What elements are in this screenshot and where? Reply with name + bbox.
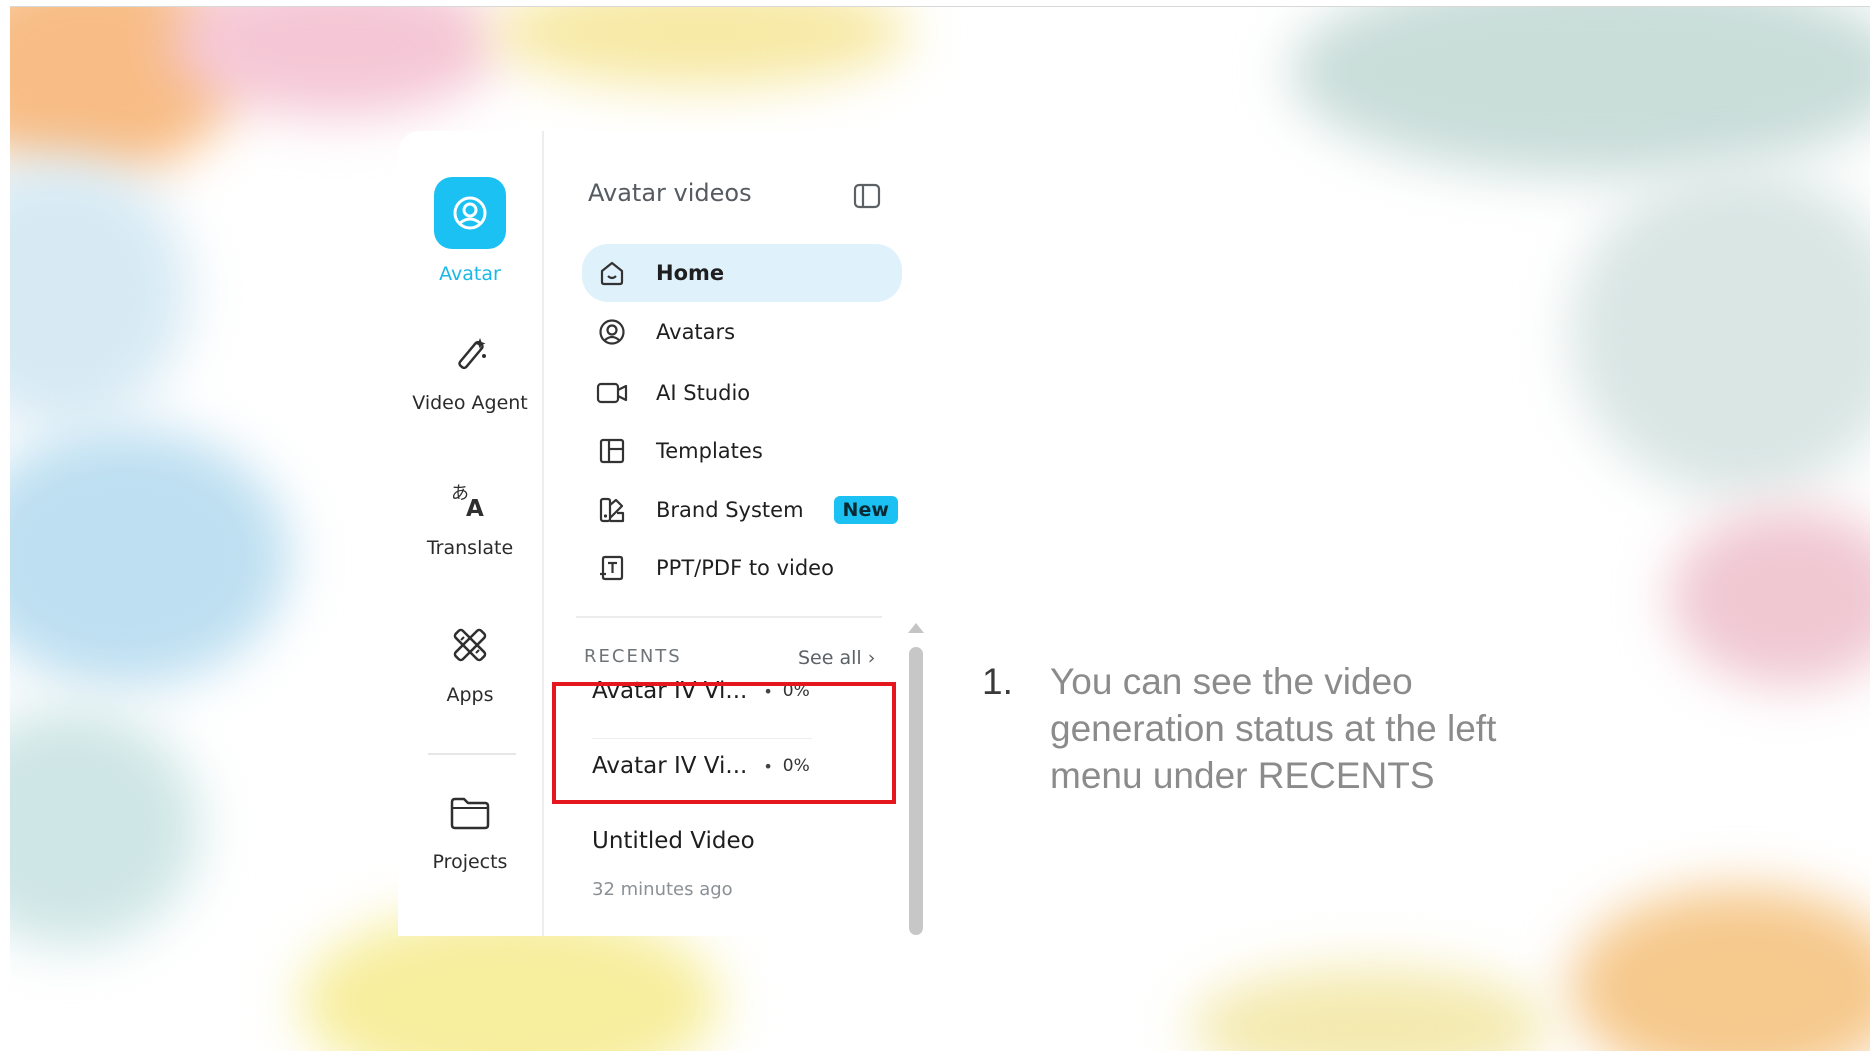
recent-item-timestamp: 32 minutes ago [592, 879, 733, 900]
brand-kit-icon [596, 494, 628, 526]
section-divider [576, 616, 882, 618]
rail-item-apps[interactable]: Apps [398, 624, 542, 706]
svg-text:A: A [466, 496, 484, 519]
step-text: You can see the video generation status … [1050, 661, 1497, 796]
apps-icon [449, 624, 491, 670]
nav-label: PPT/PDF to video [656, 556, 834, 580]
recents-heading: RECENTS [584, 646, 682, 667]
see-all-link[interactable]: See all › [798, 647, 875, 669]
highlight-box [552, 682, 896, 804]
nav-item-brand-system[interactable]: Brand System New [582, 481, 902, 539]
instruction-step: 1. You can see the video generation stat… [982, 658, 1570, 799]
avatar-circle-icon [596, 316, 628, 348]
rail-label: Avatar [439, 263, 501, 285]
nav-item-templates[interactable]: Templates [582, 422, 902, 480]
nav-label: Brand System [656, 498, 804, 522]
sidebar-toggle-icon[interactable] [853, 183, 881, 209]
home-icon [596, 257, 628, 289]
slide-canvas [10, 6, 1870, 1051]
rail-item-translate[interactable]: あ A Translate [398, 479, 542, 559]
rail-label: Projects [432, 851, 508, 873]
nav-item-ppt-pdf-to-video[interactable]: PPT/PDF to video [582, 539, 902, 597]
nav-item-home[interactable]: Home [582, 244, 902, 302]
recents-scrollbar[interactable] [909, 647, 923, 935]
recent-item-title: Untitled Video [592, 828, 755, 854]
nav-label: Avatars [656, 320, 736, 344]
rail-item-video-agent[interactable]: Video Agent [398, 334, 542, 414]
nav-item-avatars[interactable]: Avatars [582, 303, 902, 361]
template-layout-icon [596, 435, 628, 467]
new-badge: New [833, 496, 898, 524]
nav-label: Home [656, 261, 725, 285]
rail-label: Apps [446, 684, 494, 706]
video-camera-icon [596, 377, 628, 409]
nav-label: Templates [656, 439, 763, 463]
app-sidebar: Avatar Video Agent あ A Translate Apps Pr… [398, 131, 926, 936]
rail-item-avatar[interactable]: Avatar [398, 177, 542, 285]
scroll-up-arrow-icon[interactable] [908, 623, 924, 633]
folder-icon [449, 793, 491, 837]
step-number: 1. [982, 661, 1013, 702]
section-title: Avatar videos [588, 179, 752, 207]
avatar-icon [434, 177, 506, 249]
rail-item-projects[interactable]: Projects [398, 793, 542, 873]
document-upload-icon [596, 552, 628, 584]
nav-item-ai-studio[interactable]: AI Studio [582, 364, 902, 422]
magic-wand-icon [450, 334, 490, 378]
primary-rail: Avatar Video Agent あ A Translate Apps Pr… [398, 131, 544, 936]
recent-item[interactable]: Untitled Video [592, 828, 755, 854]
nav-label: AI Studio [656, 381, 751, 405]
rail-label: Video Agent [412, 392, 528, 414]
rail-divider [428, 753, 516, 755]
translate-icon: あ A [450, 479, 490, 523]
rail-label: Translate [426, 537, 514, 559]
